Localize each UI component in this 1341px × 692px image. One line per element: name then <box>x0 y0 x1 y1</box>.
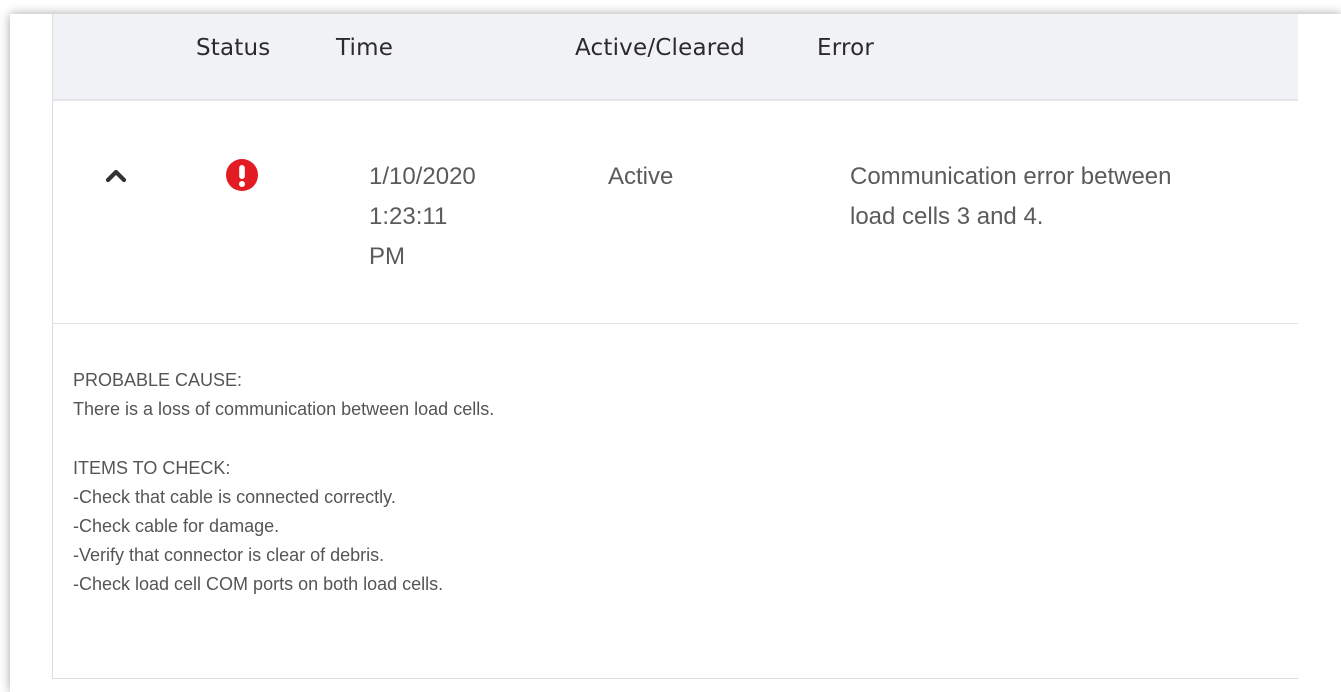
time-ampm: PM <box>369 243 405 270</box>
error-message-line-2: load cells 3 and 4. <box>850 203 1044 230</box>
probable-cause-heading: PROBABLE CAUSE: <box>73 370 243 390</box>
column-header-error[interactable]: Error <box>817 35 874 61</box>
time-date: 1/10/2020 <box>369 163 476 190</box>
check-item: -Check cable for damage. <box>73 516 280 536</box>
items-to-check-heading: ITEMS TO CHECK: <box>73 458 231 478</box>
column-header-active-cleared[interactable]: Active/Cleared <box>575 35 745 61</box>
state-cell: Active <box>608 163 674 190</box>
column-header-time[interactable]: Time <box>336 35 393 61</box>
check-item: -Verify that connector is clear of debri… <box>73 545 385 565</box>
check-item: -Check load cell COM ports on both load … <box>73 574 444 594</box>
chevron-up-icon[interactable] <box>103 163 129 189</box>
time-cell: 1/10/2020 1:23:11 PM <box>369 157 519 277</box>
table-header: Status Time Active/Cleared Error <box>53 14 1298 101</box>
error-details: PROBABLE CAUSE: There is a loss of commu… <box>73 366 1298 599</box>
table-row[interactable]: 1/10/2020 1:23:11 PM Active Communicatio… <box>53 101 1298 324</box>
error-message-line-1: Communication error between <box>850 163 1172 190</box>
error-log-window: Status Time Active/Cleared Error 1/10/20… <box>10 14 1341 692</box>
error-alert-icon <box>225 158 259 192</box>
error-cell: Communication error between load cells 3… <box>850 157 1270 237</box>
column-header-status[interactable]: Status <box>196 35 271 61</box>
check-item: -Check that cable is connected correctly… <box>73 487 396 507</box>
probable-cause-text: There is a loss of communication between… <box>73 399 495 419</box>
time-clock: 1:23:11 <box>369 203 448 230</box>
error-table: Status Time Active/Cleared Error 1/10/20… <box>52 14 1298 679</box>
